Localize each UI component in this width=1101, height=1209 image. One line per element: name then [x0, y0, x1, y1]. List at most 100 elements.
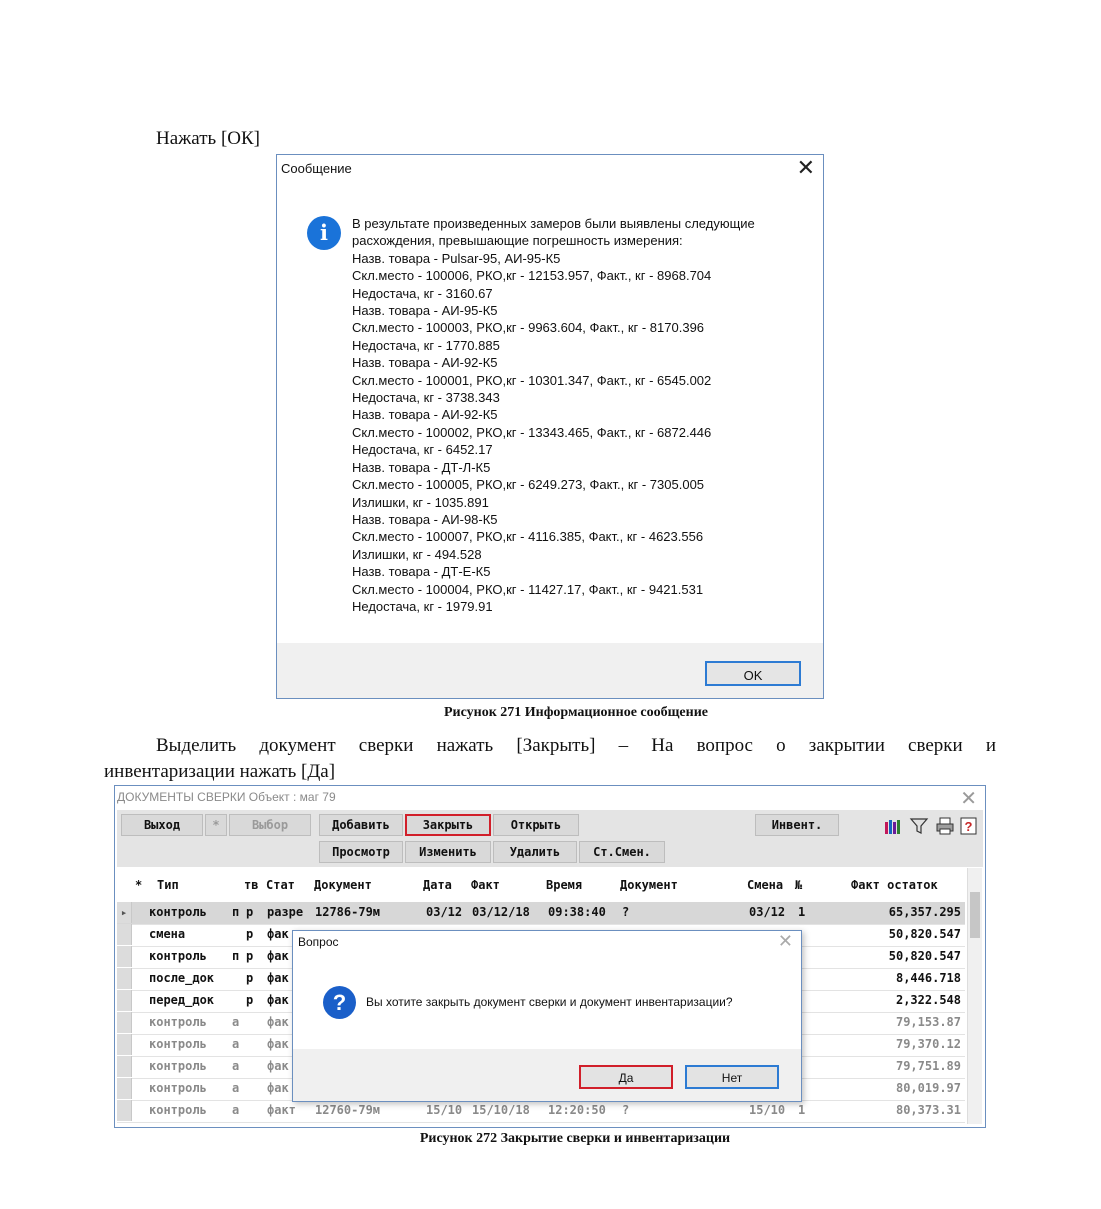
- column-header: Смена: [747, 878, 784, 892]
- help-icon[interactable]: ?: [959, 816, 979, 836]
- column-header: Стат: [266, 878, 295, 892]
- no-button[interactable]: Нет: [685, 1065, 779, 1089]
- message-line: Назв. товара - АИ-95-К5: [352, 303, 498, 319]
- cell-rest: 65,357.295: [888, 905, 961, 919]
- table-row[interactable]: контроль а факт 12760-79м 15/10 15/10/18 12:20…: [117, 1100, 965, 1123]
- vertical-scrollbar[interactable]: [967, 868, 982, 1124]
- cell-rest: 80,373.31: [895, 1103, 961, 1117]
- message-line: Скл.место - 100003, РКО,кг - 9963.604, Ф…: [352, 320, 705, 336]
- row-selector[interactable]: [117, 946, 132, 967]
- cell-tv: п: [232, 949, 240, 963]
- cell-shift: 03/12: [749, 905, 786, 919]
- message-line: Скл.место - 100005, РКО,кг - 6249.273, Ф…: [352, 477, 705, 493]
- close-icon[interactable]: ✕: [960, 786, 977, 811]
- printer-icon[interactable]: [935, 816, 955, 836]
- cell-type: перед_док: [149, 993, 215, 1007]
- add-button[interactable]: Добавить: [319, 814, 403, 836]
- column-header: *: [135, 878, 143, 892]
- select-button[interactable]: Выбор: [229, 814, 311, 836]
- message-line: Недостача, кг - 1770.885: [352, 337, 500, 353]
- row-selector[interactable]: [117, 924, 132, 945]
- shift-status-button[interactable]: Ст.Смен.: [579, 841, 665, 863]
- bottles-icon[interactable]: [883, 816, 903, 836]
- message-line: Недостача, кг - 6452.17: [352, 442, 493, 458]
- cell-shift: 15/10: [749, 1103, 786, 1117]
- message-line: Недостача, кг - 3738.343: [352, 390, 500, 406]
- message-line: Недостача, кг - 1979.91: [352, 598, 493, 614]
- cell-doc2: ?: [622, 1103, 630, 1117]
- row-selector[interactable]: ▸: [117, 902, 132, 923]
- row-selector[interactable]: [117, 1012, 132, 1033]
- message-line: Излишки, кг - 494.528: [352, 546, 482, 562]
- cell-doc: 12786-79м: [315, 905, 381, 919]
- question-dialog-title: Вопрос: [298, 935, 339, 949]
- cell-rest: 79,153.87: [895, 1015, 961, 1029]
- column-header: Документ: [620, 878, 678, 892]
- cell-tv: а: [232, 1103, 240, 1117]
- edit-button[interactable]: Изменить: [405, 841, 491, 863]
- cell-type: контроль: [149, 1103, 207, 1117]
- delete-button[interactable]: Удалить: [493, 841, 577, 863]
- cell-rest: 80,019.97: [895, 1081, 961, 1095]
- row-selector[interactable]: [117, 1078, 132, 1099]
- cell-date: 15/10: [426, 1103, 463, 1117]
- cell-tv: а: [232, 1059, 240, 1073]
- column-header: Факт: [471, 878, 500, 892]
- svg-text:?: ?: [965, 819, 973, 834]
- filter-icon[interactable]: [909, 816, 929, 836]
- column-header: Дата: [423, 878, 452, 892]
- cell-stat: фак: [267, 927, 289, 941]
- documents-window-title: ДОКУМЕНТЫ СВЕРКИ Объект : маг 79: [117, 790, 336, 804]
- column-header: тв: [244, 878, 259, 892]
- message-line: Скл.место - 100004, РКО,кг - 11427.17, Ф…: [352, 581, 704, 597]
- ok-button[interactable]: OK: [705, 661, 801, 686]
- info-icon: i: [307, 216, 341, 250]
- message-line: Назв. товара - Pulsar-95, АИ-95-К5: [352, 250, 561, 266]
- cell-time: 09:38:40: [548, 905, 606, 919]
- message-line: Скл.место - 100007, РКО,кг - 4116.385, Ф…: [352, 529, 704, 545]
- message-line: В результате произведенных замеров были …: [352, 216, 755, 231]
- message-line: Скл.место - 100002, РКО,кг - 13343.465, …: [352, 424, 712, 440]
- table-row[interactable]: ▸ контроль п р разре 12786-79м 03/12 03/12/18 09…: [117, 902, 965, 925]
- close-document-button[interactable]: Закрыть: [405, 814, 491, 836]
- message-line: Недостача, кг - 3160.67: [352, 285, 493, 301]
- cell-stat: разре: [267, 905, 304, 919]
- star-button[interactable]: *: [205, 814, 227, 836]
- row-selector[interactable]: [117, 1056, 132, 1077]
- cell-tv: а: [232, 1015, 240, 1029]
- exit-button[interactable]: Выход: [121, 814, 203, 836]
- cell-type: контроль: [149, 949, 207, 963]
- cell-r: р: [246, 993, 254, 1007]
- cell-time: 12:20:50: [548, 1103, 606, 1117]
- cell-num: 1: [798, 905, 806, 919]
- invent-button[interactable]: Инвент.: [755, 814, 839, 836]
- cell-stat: фак: [267, 1059, 289, 1073]
- close-icon[interactable]: ✕: [797, 156, 815, 180]
- cell-rest: 50,820.547: [888, 949, 961, 963]
- column-header: Время: [546, 878, 583, 892]
- close-icon[interactable]: ✕: [778, 931, 793, 952]
- column-header: Тип: [157, 878, 179, 892]
- cell-stat: фак: [267, 993, 289, 1007]
- cell-rest: 8,446.718: [895, 971, 961, 985]
- cell-stat: фак: [267, 1081, 289, 1095]
- cell-date: 03/12: [426, 905, 463, 919]
- message-dialog-footer: OK: [277, 643, 823, 698]
- row-selector[interactable]: [117, 968, 132, 989]
- cell-tv: п: [232, 905, 240, 919]
- cell-r: р: [246, 927, 254, 941]
- press-ok-text: Нажать [ОК]: [156, 128, 260, 149]
- row-selector[interactable]: [117, 1100, 132, 1121]
- question-text: Вы хотите закрыть документ сверки и доку…: [366, 995, 733, 1009]
- instruction-line-2: инвентаризации нажать [Да]: [104, 761, 336, 782]
- cell-stat: факт: [267, 1103, 296, 1117]
- open-button[interactable]: Открыть: [493, 814, 579, 836]
- scrollbar-thumb[interactable]: [970, 892, 980, 938]
- view-button[interactable]: Просмотр: [319, 841, 403, 863]
- row-selector[interactable]: [117, 990, 132, 1011]
- row-selector[interactable]: [117, 1034, 132, 1055]
- cell-fact: 03/12/18: [472, 905, 530, 919]
- cell-r: р: [246, 949, 254, 963]
- yes-button[interactable]: Да: [579, 1065, 673, 1089]
- cell-rest: 79,370.12: [895, 1037, 961, 1051]
